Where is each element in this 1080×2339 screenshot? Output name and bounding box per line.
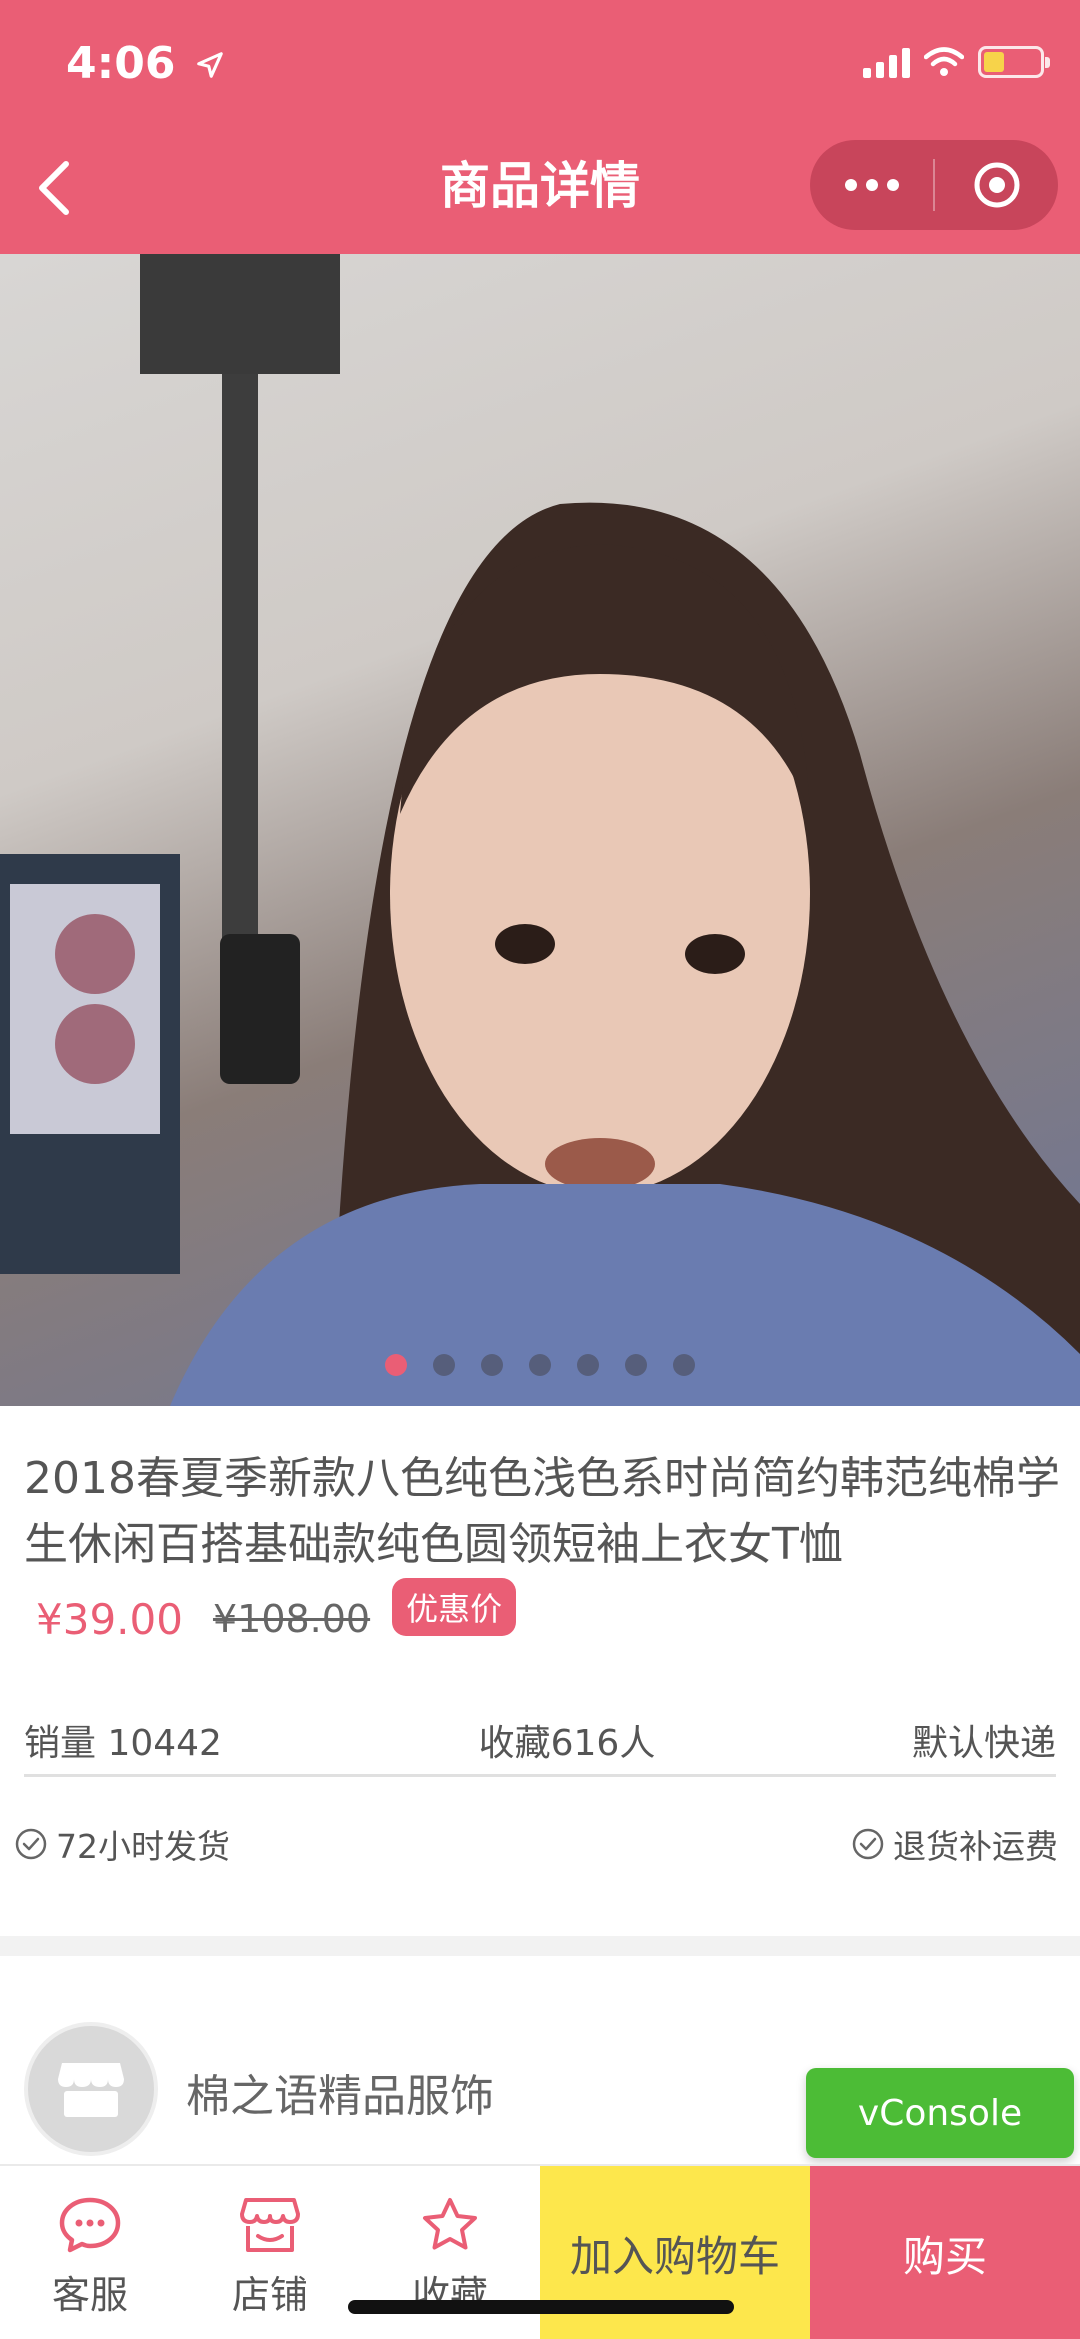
product-stats: 销量 10442 收藏616人 默认快递: [24, 1700, 1056, 1780]
carousel-dot[interactable]: [385, 1354, 407, 1376]
service-label: 72小时发货: [56, 1827, 230, 1866]
service-label: 退货补运费: [893, 1827, 1058, 1866]
service-item: 72小时发货: [14, 1820, 230, 1868]
customer-service-tab[interactable]: 客服: [0, 2166, 180, 2339]
store-label: 店铺: [231, 2273, 308, 2317]
close-miniprogram-button[interactable]: [935, 140, 1058, 230]
favorites-count: 收藏616人: [478, 1723, 656, 1764]
sales-count: 销量 10442: [24, 1723, 222, 1764]
vconsole-button[interactable]: vConsole: [806, 2068, 1074, 2158]
more-dots-icon: [844, 179, 899, 191]
section-separator: [0, 1936, 1080, 1956]
more-button[interactable]: [810, 140, 933, 230]
status-icons: [863, 46, 1050, 78]
star-icon: [423, 2198, 477, 2250]
service-guarantees: 72小时发货 退货补运费: [14, 1820, 1058, 1868]
header-bar: 4:06 商品详情: [0, 0, 1080, 254]
promo-badge: 优惠价: [392, 1578, 517, 1636]
home-indicator[interactable]: [348, 2300, 734, 2314]
original-price: ¥108.00: [212, 1597, 371, 1641]
current-price: ¥39.00: [36, 1594, 183, 1644]
carousel-dot[interactable]: [433, 1354, 455, 1376]
buy-button[interactable]: 购买: [810, 2166, 1080, 2339]
carousel-indicators: [0, 1354, 1080, 1376]
cellular-signal-icon: [863, 46, 910, 78]
price-row: ¥39.00 ¥108.00 优惠价: [36, 1578, 517, 1648]
miniprogram-capsule: [810, 140, 1058, 230]
status-time: 4:06: [66, 38, 225, 89]
customer-service-label: 客服: [51, 2273, 128, 2317]
shop-avatar[interactable]: [24, 2022, 158, 2156]
shipping-method: 默认快递: [911, 1723, 1056, 1764]
shop-name[interactable]: 棉之语精品服饰: [186, 2060, 494, 2124]
wifi-icon: [924, 47, 964, 76]
status-time-text: 4:06: [66, 38, 176, 89]
store-icon: [240, 2198, 300, 2252]
carousel-dot[interactable]: [481, 1354, 503, 1376]
divider: [24, 1774, 1056, 1777]
store-icon: [58, 2063, 124, 2117]
battery-icon: [978, 46, 1050, 78]
product-photo: [0, 254, 1080, 1406]
carousel-dot[interactable]: [529, 1354, 551, 1376]
service-item: 退货补运费: [851, 1820, 1058, 1868]
product-title: 2018春夏季新款八色纯色浅色系时尚简约韩范纯棉学生休闲百搭基础款纯色圆领短袖上…: [24, 1453, 1060, 1570]
target-circle-icon: [974, 162, 1019, 208]
check-circle-icon: [852, 1828, 884, 1860]
check-circle-icon: [15, 1828, 47, 1860]
location-arrow-icon: [196, 52, 223, 78]
chat-bubble-icon: [59, 2197, 121, 2253]
carousel-dot[interactable]: [673, 1354, 695, 1376]
store-tab[interactable]: 店铺: [180, 2166, 360, 2339]
product-image-carousel[interactable]: [0, 254, 1080, 1406]
carousel-dot[interactable]: [577, 1354, 599, 1376]
carousel-dot[interactable]: [625, 1354, 647, 1376]
